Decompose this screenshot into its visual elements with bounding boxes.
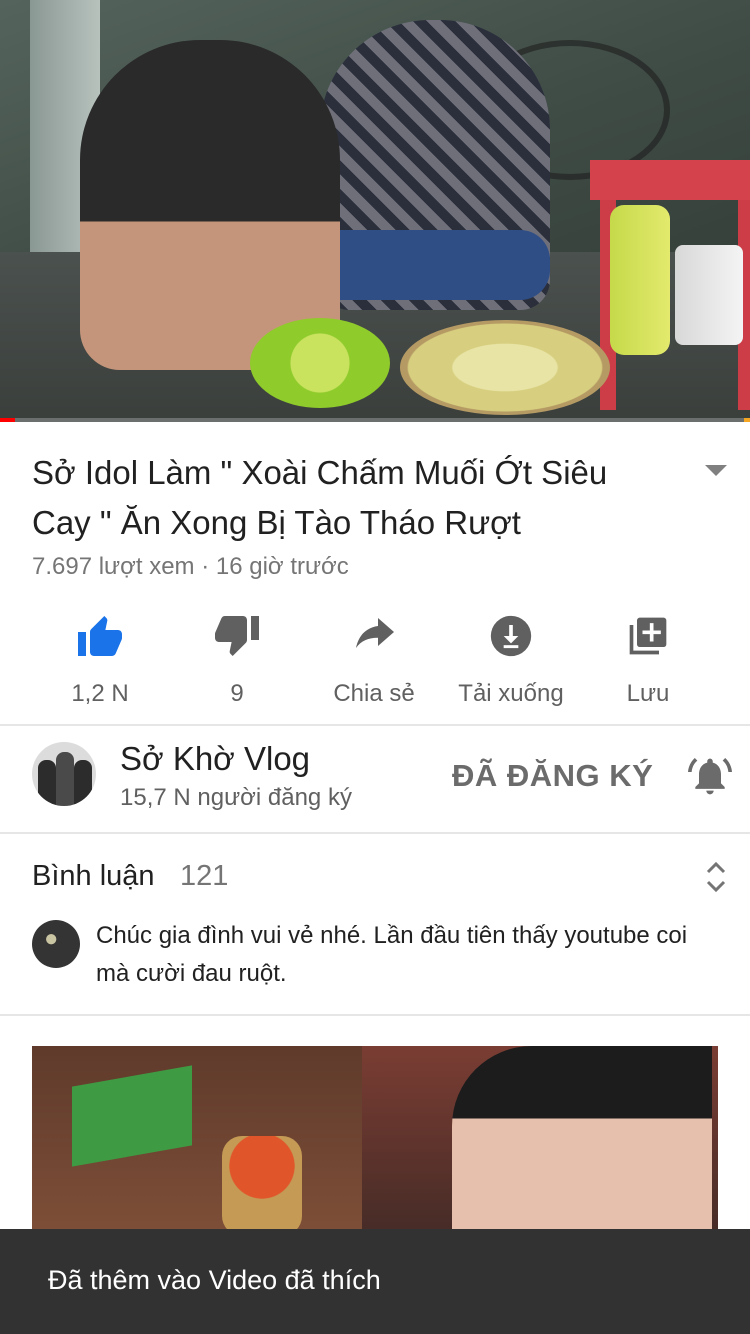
- comments-label: Bình luận: [32, 860, 155, 892]
- video-title: Sở Idol Làm " Xoài Chấm Muối Ớt Siêu Cay…: [32, 454, 608, 541]
- save-button[interactable]: Lưu: [578, 612, 718, 708]
- dislike-count: 9: [230, 680, 244, 707]
- comments-count: 121: [180, 860, 229, 892]
- video-progress-buffer: [744, 418, 750, 422]
- notification-bell-icon[interactable]: [688, 754, 732, 803]
- video-progress-fill: [0, 418, 15, 422]
- video-actions: 1,2 N 9 Chia sẻ Tải xuống Lưu: [0, 612, 750, 712]
- divider: [0, 1014, 750, 1016]
- like-count: 1,2 N: [71, 680, 129, 707]
- save-label: Lưu: [626, 680, 670, 707]
- video-frame: [0, 0, 750, 422]
- download-label: Tải xuống: [458, 680, 564, 707]
- top-comment-text: Chúc gia đình vui vẻ nhé. Lần đầu tiên t…: [96, 922, 688, 987]
- share-button[interactable]: Chia sẻ: [304, 612, 444, 708]
- subscriber-count: 15,7 N người đăng ký: [120, 784, 352, 811]
- video-title-block: Sở Idol Làm " Xoài Chấm Muối Ớt Siêu Cay…: [32, 448, 672, 548]
- snackbar: Đã thêm vào Video đã thích: [0, 1229, 750, 1334]
- snackbar-message: Đã thêm vào Video đã thích: [48, 1265, 381, 1295]
- download-icon: [441, 612, 581, 660]
- video-meta: 7.697 lượt xem · 16 giờ trước: [32, 553, 349, 580]
- channel-name[interactable]: Sở Khờ Vlog: [120, 740, 310, 778]
- expand-description-icon[interactable]: [705, 465, 727, 476]
- like-button[interactable]: 1,2 N: [30, 612, 170, 708]
- download-button[interactable]: Tải xuống: [441, 612, 581, 708]
- video-progress-bar[interactable]: [0, 418, 750, 422]
- share-label: Chia sẻ: [333, 680, 415, 707]
- video-player[interactable]: [0, 0, 750, 422]
- share-icon: [304, 612, 444, 660]
- thumbs-up-icon: [30, 612, 170, 660]
- comments-section[interactable]: Bình luận 121 Chúc gia đình vui vẻ nhé. …: [0, 834, 750, 1014]
- channel-row[interactable]: Sở Khờ Vlog 15,7 N người đăng ký ĐÃ ĐĂNG…: [0, 726, 750, 832]
- thumbs-down-icon: [167, 612, 307, 660]
- commenter-avatar[interactable]: [32, 920, 80, 968]
- save-playlist-icon: [578, 612, 718, 660]
- channel-avatar[interactable]: [32, 742, 96, 806]
- dislike-button[interactable]: 9: [167, 612, 307, 708]
- expand-comments-icon[interactable]: [704, 860, 728, 899]
- subscribed-button[interactable]: ĐÃ ĐĂNG KÝ: [452, 758, 653, 794]
